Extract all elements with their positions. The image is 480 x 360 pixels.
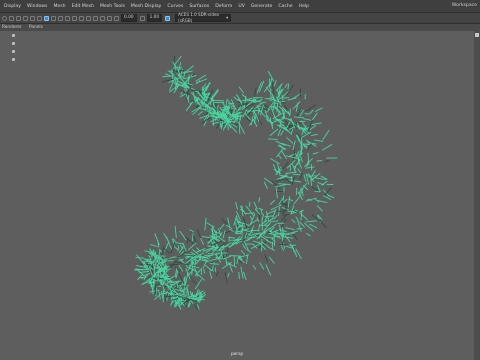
xray-icon[interactable]	[107, 15, 112, 21]
main-menu-bar: Display Windows Mesh Edit Mesh Mesh Tool…	[0, 0, 480, 12]
textured-icon[interactable]	[58, 15, 63, 21]
menu-mesh[interactable]: Mesh	[53, 4, 65, 9]
image-plane-icon[interactable]	[23, 15, 28, 21]
panel-menu-renderer[interactable]: Renderer	[2, 25, 22, 30]
gamma-field[interactable]: 1.00	[146, 14, 163, 22]
panel-menu-panels[interactable]: Panels	[29, 25, 43, 30]
shadows-icon[interactable]	[72, 15, 77, 21]
chevron-down-icon: ▾	[226, 15, 229, 20]
camera-name-label: persp	[230, 352, 244, 357]
anti-aliasing-icon[interactable]	[93, 15, 98, 21]
grid-icon[interactable]	[30, 15, 35, 21]
menu-deform[interactable]: Deform	[215, 4, 232, 9]
wireframe-icon[interactable]	[44, 15, 49, 21]
menu-surfaces[interactable]: Surfaces	[189, 4, 209, 9]
menu-edit-mesh[interactable]: Edit Mesh	[72, 4, 94, 9]
menu-mesh-tools[interactable]: Mesh Tools	[100, 4, 125, 9]
view-transform-dropdown[interactable]: ACES 1.0 SDR-video (sRGB) ▾	[175, 12, 232, 23]
smooth-shade-icon[interactable]	[51, 15, 56, 21]
color-management-icon[interactable]	[165, 15, 171, 21]
viewport-toolbar: 0.00 1.00 ACES 1.0 SDR-video (sRGB) ▾	[0, 12, 480, 24]
menu-help[interactable]: Help	[299, 4, 309, 9]
3d-viewport[interactable]: persp	[0, 31, 474, 360]
gamma-icon	[139, 15, 145, 21]
view-transform-value: ACES 1.0 SDR-video (sRGB)	[178, 12, 220, 23]
menu-uv[interactable]: UV	[238, 4, 245, 9]
workspace-selector[interactable]: Workspace	[452, 3, 477, 8]
menu-curves[interactable]: Curves	[167, 4, 183, 9]
hair-mesh-model[interactable]	[0, 31, 474, 360]
menu-generate[interactable]: Generate	[251, 4, 272, 9]
menu-mesh-display[interactable]: Mesh Display	[131, 4, 162, 9]
exposure-field[interactable]: 0.00	[121, 14, 137, 22]
camera-attributes-icon[interactable]	[9, 15, 14, 21]
bookmark-icon[interactable]	[16, 15, 21, 21]
panel-menu-bar: Renderer Panels	[0, 24, 480, 31]
exposure-icon	[114, 15, 119, 21]
fur-strands	[134, 55, 338, 311]
lighting-icon[interactable]	[65, 15, 70, 21]
motion-blur-icon[interactable]	[86, 15, 91, 21]
panel-toggle-icon[interactable]	[475, 33, 479, 37]
menu-cache[interactable]: Cache	[278, 4, 292, 9]
isolate-select-icon[interactable]	[100, 15, 105, 21]
right-side-panel	[474, 31, 480, 360]
camera-select-icon[interactable]	[2, 15, 7, 21]
ambient-occlusion-icon[interactable]	[79, 15, 84, 21]
menu-windows[interactable]: Windows	[27, 4, 48, 9]
menu-display[interactable]: Display	[4, 4, 21, 9]
film-gate-icon[interactable]	[37, 15, 42, 21]
